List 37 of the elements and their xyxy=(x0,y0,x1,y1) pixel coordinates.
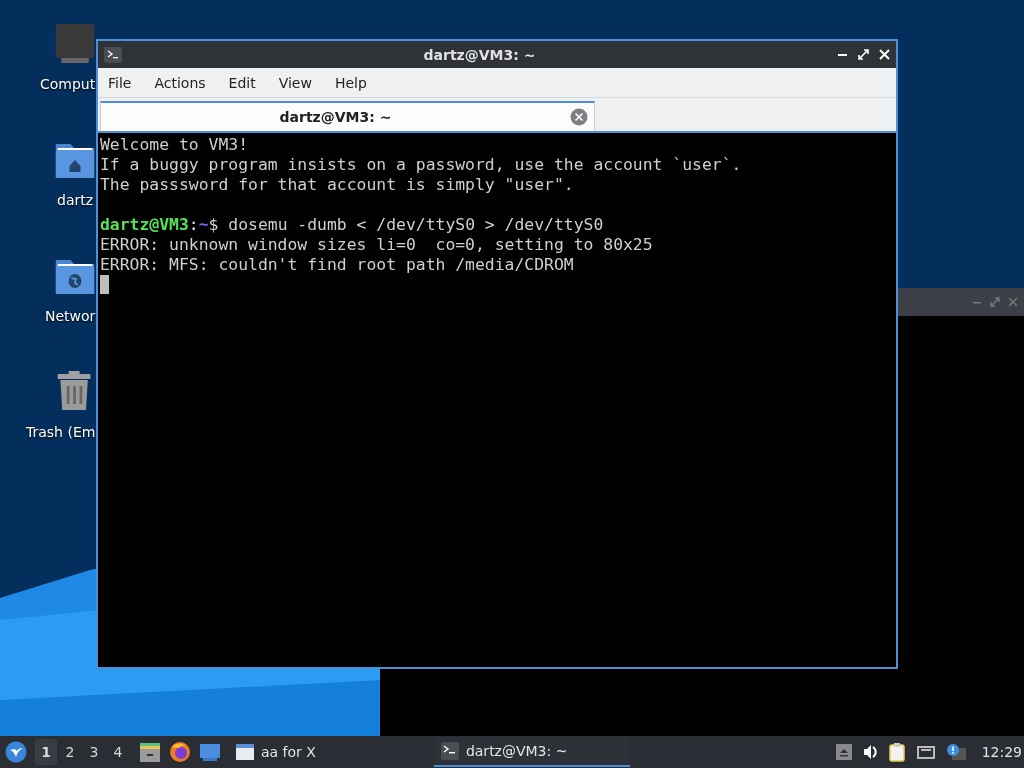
terminal-icon xyxy=(439,741,460,761)
start-menu-icon[interactable] xyxy=(5,741,27,763)
terminal-line: ERROR: MFS: couldn't find root path /media/CDROM xyxy=(100,255,575,275)
icon-label: dartz xyxy=(57,192,94,208)
taskbar-button[interactable]: aa for X xyxy=(229,737,322,767)
terminal-line: The passsword for that account is simply "user". xyxy=(100,175,575,195)
desktop-switcher[interactable]: 3 xyxy=(83,739,105,765)
notification-icon[interactable] xyxy=(945,743,966,761)
icon-label: Trash (Em xyxy=(26,424,96,440)
clipboard-icon[interactable] xyxy=(887,742,906,762)
menu-item[interactable]: Help xyxy=(328,74,375,91)
menu-item[interactable]: View xyxy=(272,74,320,91)
volume-icon[interactable] xyxy=(861,743,878,761)
menu-item[interactable]: Actions xyxy=(148,74,214,91)
desktop-switcher[interactable]: 4 xyxy=(107,739,129,765)
window-title: dartz@VM3: ~ xyxy=(422,46,537,63)
terminal-icon xyxy=(104,46,122,63)
close-tab-icon[interactable] xyxy=(570,108,588,126)
eject-icon[interactable] xyxy=(835,744,852,760)
browser-icon[interactable] xyxy=(169,741,191,763)
desktop-switcher[interactable]: 1 xyxy=(35,739,57,765)
network-icon[interactable] xyxy=(915,744,936,760)
menu-item[interactable]: Edit xyxy=(222,74,264,91)
desktop-switcher[interactable]: 2 xyxy=(59,739,81,765)
file-cabinet-icon[interactable] xyxy=(139,741,161,763)
icon-label: Comput xyxy=(40,76,96,92)
terminal-line: If a buggy program insists on a password, use the account `user`. xyxy=(100,155,743,175)
terminal-line: ERROR: unknown window sizes li=0 co=0, setting to 80x25 xyxy=(100,235,654,255)
window-icon xyxy=(235,742,255,762)
icon-label: Networ xyxy=(45,308,96,324)
terminal-line: dartz@VM3:~$ dosemu -dumb < /dev/ttyS0 > /dev/ttyS0 xyxy=(100,215,605,235)
menu-item[interactable]: File xyxy=(102,74,140,91)
tab[interactable]: dartz@VM3: ~ xyxy=(100,101,595,131)
taskbar-button[interactable]: dartz@VM3: ~ xyxy=(433,737,630,767)
clock[interactable]: 12:29 xyxy=(981,744,1022,760)
show-desktop-icon[interactable] xyxy=(199,741,221,763)
terminal-line: Welcome to VM3! xyxy=(100,135,250,155)
